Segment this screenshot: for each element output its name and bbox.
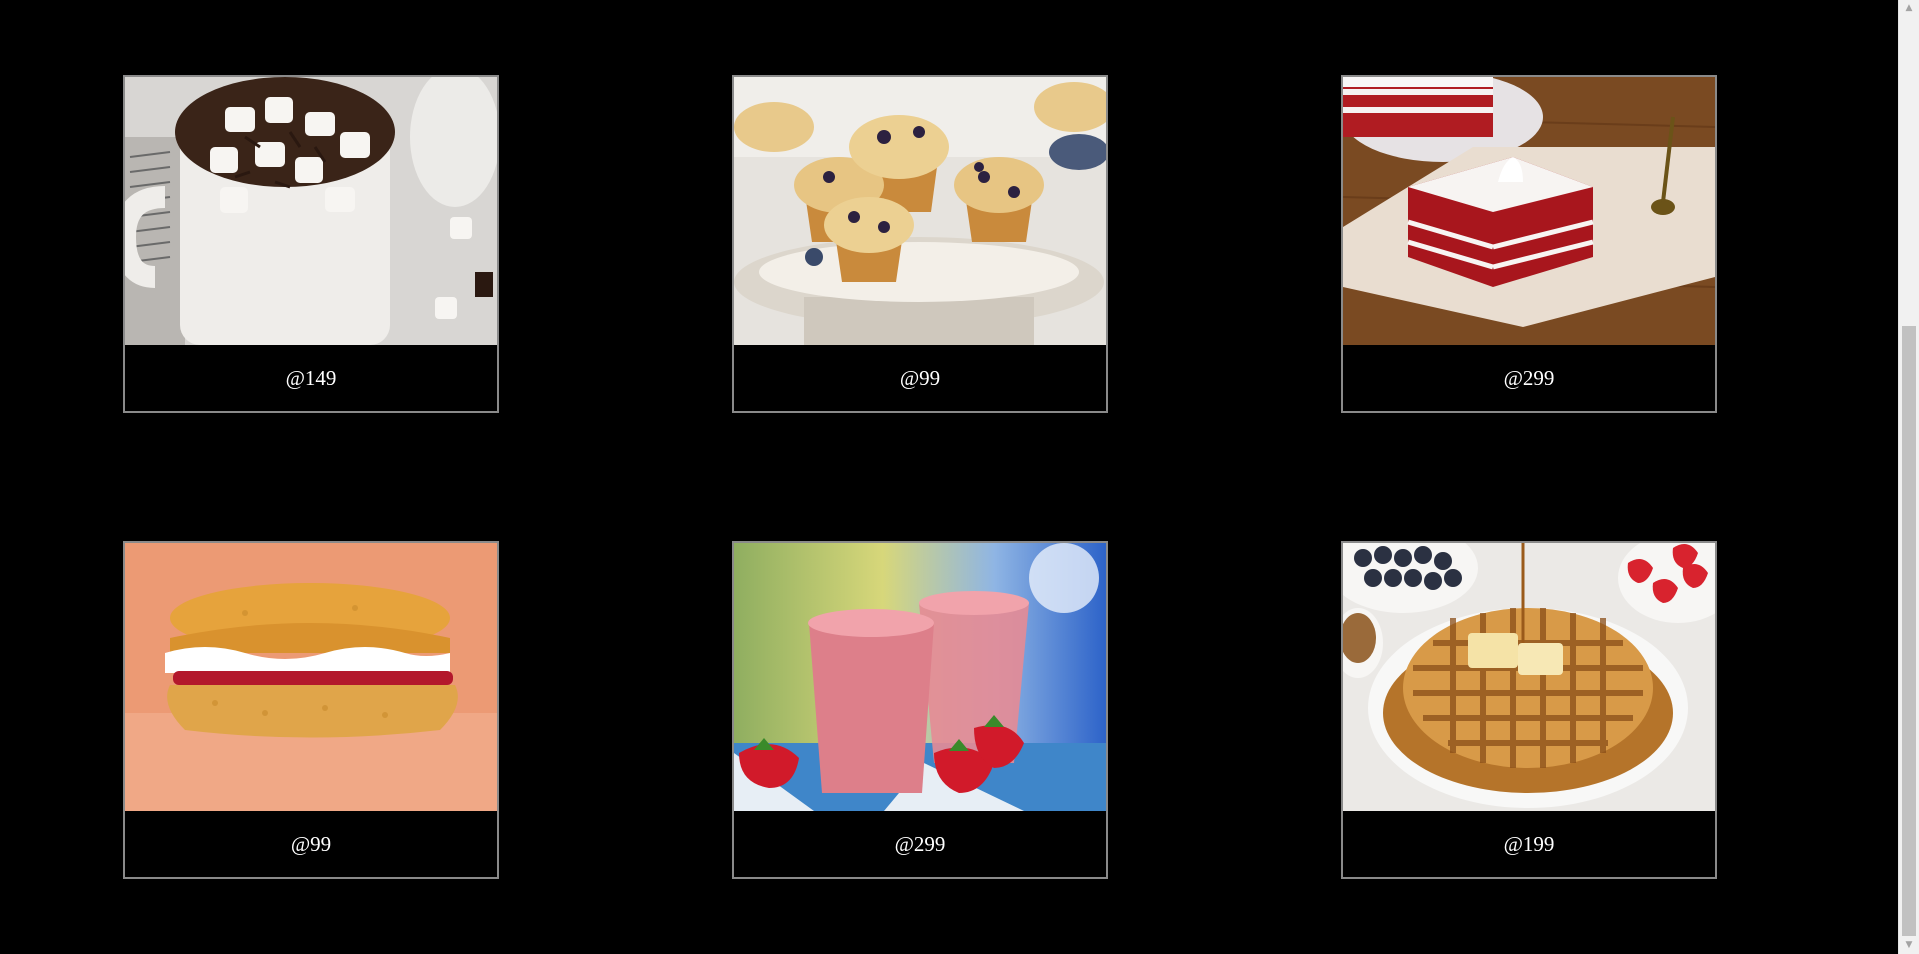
product-grid: @149 @99 @299 @99 @299 @199 xyxy=(0,0,1898,954)
product-card[interactable]: @299 xyxy=(732,541,1108,879)
product-card[interactable]: @99 xyxy=(123,541,499,879)
product-card[interactable]: @299 xyxy=(1341,75,1717,413)
scrollbar-thumb[interactable] xyxy=(1902,326,1916,936)
product-price: @299 xyxy=(894,832,946,856)
product-price: @149 xyxy=(285,366,337,390)
product-card[interactable]: @99 xyxy=(732,75,1108,413)
product-image-blueberry-muffins[interactable] xyxy=(734,77,1106,345)
product-image-waffles[interactable] xyxy=(1343,543,1715,811)
product-image-hot-chocolate[interactable] xyxy=(125,77,497,345)
scroll-down-arrow-icon[interactable]: ▼ xyxy=(1899,937,1919,954)
vertical-scrollbar[interactable]: ▲ ▼ xyxy=(1898,0,1919,954)
page: @149 @99 @299 @99 @299 @199 ▲ ▼ xyxy=(0,0,1919,954)
product-price: @199 xyxy=(1503,832,1555,856)
product-card[interactable]: @199 xyxy=(1341,541,1717,879)
scroll-up-arrow-icon[interactable]: ▲ xyxy=(1899,0,1919,17)
product-image-strawberry-smoothie[interactable] xyxy=(734,543,1106,811)
product-price: @99 xyxy=(290,832,332,856)
product-price: @99 xyxy=(899,366,941,390)
product-price: @299 xyxy=(1503,366,1555,390)
product-card[interactable]: @149 xyxy=(123,75,499,413)
product-image-scone[interactable] xyxy=(125,543,497,811)
product-image-red-velvet-cake[interactable] xyxy=(1343,77,1715,345)
